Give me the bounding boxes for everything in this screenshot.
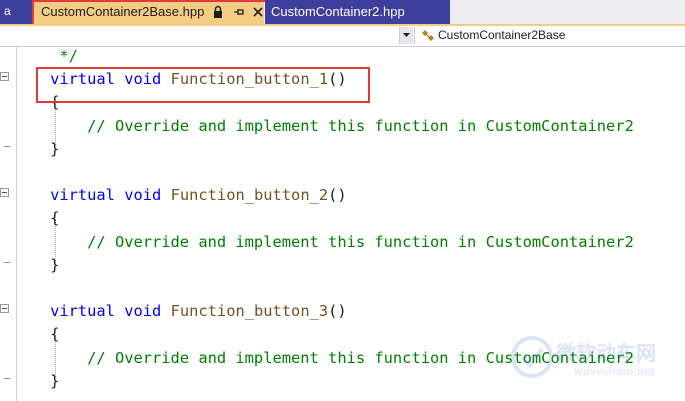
code-line[interactable]: // Override and implement this function … <box>13 231 634 254</box>
code-token: () <box>328 186 347 205</box>
tab-label: CustomContainer2.hpp <box>271 4 405 19</box>
watermark-subtext: waveshare.net <box>574 365 656 378</box>
code-token: virtual <box>50 70 115 89</box>
code-token: () <box>328 302 347 321</box>
code-line[interactable]: } <box>13 138 59 161</box>
code-token: () <box>328 70 347 89</box>
class-member-icon <box>422 30 434 41</box>
code-token: // Override and implement this function … <box>87 116 634 135</box>
code-token: } <box>50 371 60 390</box>
collapse-icon[interactable] <box>0 188 9 197</box>
code-token: virtual <box>50 302 115 321</box>
watermark-logo-icon <box>511 336 553 378</box>
fold-end-marker <box>4 146 10 147</box>
watermark: 微软动车网 waveshare.net <box>510 335 680 395</box>
scope-dropdown[interactable] <box>0 27 412 44</box>
code-token: // Override and implement this function … <box>87 232 634 251</box>
navigation-bar: CustomContainer2Base <box>0 26 685 47</box>
code-token: { <box>50 93 60 112</box>
code-line[interactable]: { <box>13 323 59 346</box>
lock-icon <box>214 5 222 18</box>
code-line[interactable]: // Override and implement this function … <box>13 115 634 138</box>
member-label: CustomContainer2Base <box>438 28 566 42</box>
code-token: void <box>124 70 162 89</box>
fold-end-marker <box>4 262 10 263</box>
code-token: { <box>50 209 60 228</box>
code-line[interactable]: { <box>13 91 59 114</box>
pin-icon[interactable] <box>232 5 246 19</box>
tab-overflow-stub[interactable]: a <box>0 0 32 24</box>
document-tab-bar: a CustomContainer2Base.hpp CustomContain… <box>0 0 685 26</box>
member-dropdown[interactable]: CustomContainer2Base <box>414 27 685 44</box>
code-line[interactable]: } <box>13 254 59 277</box>
collapse-icon[interactable] <box>0 72 9 81</box>
code-token: } <box>50 139 60 158</box>
code-token: virtual <box>50 186 115 205</box>
close-icon[interactable] <box>251 5 265 19</box>
chevron-down-icon[interactable] <box>399 27 413 44</box>
watermark-text: 微软动车网 <box>556 341 656 365</box>
code-line[interactable]: } <box>13 370 59 393</box>
code-token: void <box>124 302 162 321</box>
code-token: void <box>124 186 162 205</box>
fold-end-marker <box>4 378 10 379</box>
code-token: Function_button_2 <box>170 186 329 205</box>
code-line[interactable]: virtual void Function_button_1() <box>13 68 347 91</box>
code-line[interactable]: virtual void Function_button_3() <box>13 300 347 323</box>
code-token: } <box>50 255 60 274</box>
code-line[interactable]: virtual void Function_button_2() <box>13 184 347 207</box>
code-editor[interactable]: */ virtual void Function_button_1() { //… <box>0 47 685 401</box>
code-token: Function_button_1 <box>170 70 329 89</box>
code-token: */ <box>59 47 78 65</box>
collapse-icon[interactable] <box>0 304 9 313</box>
code-token: Function_button_3 <box>170 302 329 321</box>
tab-label: CustomContainer2Base.hpp <box>41 4 205 19</box>
tab-customcontainer2base-hpp[interactable]: CustomContainer2Base.hpp <box>33 0 264 24</box>
code-line[interactable]: */ <box>13 45 78 68</box>
code-line[interactable]: { <box>13 207 59 230</box>
tab-customcontainer2-hpp[interactable]: CustomContainer2.hpp <box>265 0 450 24</box>
code-token: { <box>50 325 60 344</box>
tab-stub-label: a <box>4 4 11 18</box>
